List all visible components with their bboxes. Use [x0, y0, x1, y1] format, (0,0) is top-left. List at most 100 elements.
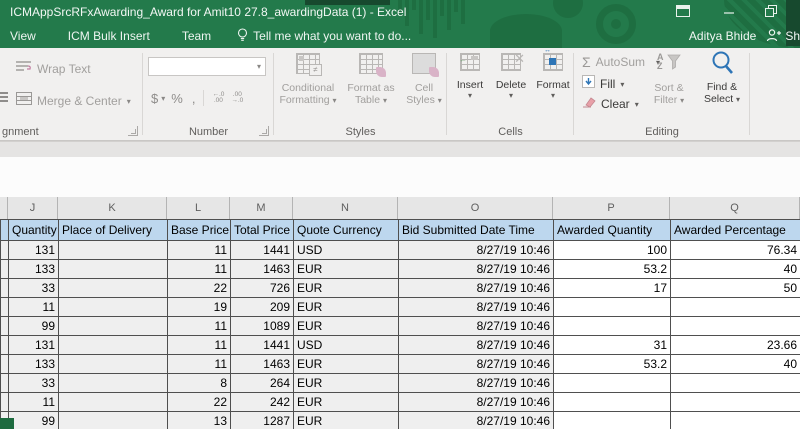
cell[interactable]: 131 — [9, 336, 59, 355]
insert-cells-button[interactable]: ← Insert ▾ — [451, 53, 489, 100]
cell[interactable]: 22 — [168, 279, 231, 298]
column-header-cell[interactable]: Awarded Percentage — [671, 220, 800, 241]
cell[interactable]: 8/27/19 10:46 — [399, 374, 554, 393]
cell[interactable]: 11 — [9, 298, 59, 317]
cell-partial[interactable] — [1, 355, 9, 374]
cell[interactable]: 33 — [9, 279, 59, 298]
cell[interactable]: 242 — [231, 393, 294, 412]
cell[interactable] — [59, 241, 168, 260]
cell[interactable]: 99 — [9, 317, 59, 336]
tab-icm-bulk-insert[interactable]: ICM Bulk Insert — [64, 29, 154, 43]
column-letter-P[interactable]: P — [553, 197, 670, 219]
column-header-cell[interactable]: Total Price — [231, 220, 294, 241]
cell[interactable]: 726 — [231, 279, 294, 298]
column-letter-M[interactable]: M — [230, 197, 293, 219]
column-header-cell[interactable]: Quantity — [9, 220, 59, 241]
cell[interactable]: 131 — [9, 241, 59, 260]
column-letter-partial[interactable] — [0, 197, 8, 219]
cell-partial[interactable] — [1, 298, 9, 317]
cell[interactable]: 53.2 — [554, 355, 671, 374]
accounting-dropdown-arrow-icon[interactable]: ▾ — [161, 94, 165, 103]
align-justify-icon[interactable] — [0, 92, 8, 104]
cell[interactable] — [554, 298, 671, 317]
cell[interactable] — [671, 393, 800, 412]
cell[interactable]: 17 — [554, 279, 671, 298]
cell[interactable] — [59, 336, 168, 355]
cell[interactable] — [59, 298, 168, 317]
cell-partial[interactable] — [1, 336, 9, 355]
cell[interactable] — [59, 279, 168, 298]
cell[interactable]: 1441 — [231, 241, 294, 260]
cell[interactable]: 8 — [168, 374, 231, 393]
cell[interactable]: 13 — [168, 412, 231, 429]
cell[interactable]: EUR — [294, 393, 399, 412]
cell[interactable] — [59, 260, 168, 279]
cell[interactable] — [671, 317, 800, 336]
cell[interactable]: 31 — [554, 336, 671, 355]
decrease-decimal-icon[interactable]: .00→.0 — [231, 92, 243, 104]
cell[interactable]: 22 — [168, 393, 231, 412]
cell[interactable] — [59, 412, 168, 429]
delete-cells-button[interactable]: ✕ Delete ▾ — [491, 53, 531, 100]
cell-partial[interactable] — [1, 260, 9, 279]
ribbon-display-options-button[interactable] — [668, 2, 698, 20]
cell[interactable]: 11 — [9, 393, 59, 412]
column-letter-L[interactable]: L — [167, 197, 230, 219]
cell[interactable]: 1463 — [231, 260, 294, 279]
minimize-button[interactable] — [714, 2, 744, 20]
format-as-table-button[interactable]: Format asTable ▾ — [342, 53, 400, 107]
cell[interactable]: 99 — [9, 412, 59, 429]
cell[interactable]: 8/27/19 10:46 — [399, 393, 554, 412]
cell-styles-button[interactable]: CellStyles ▾ — [402, 53, 446, 107]
cell[interactable]: 19 — [168, 298, 231, 317]
cell-partial[interactable] — [1, 374, 9, 393]
format-cells-button[interactable]: ↔ Format ▾ — [533, 53, 573, 100]
cell[interactable]: 11 — [168, 355, 231, 374]
cell[interactable]: 1089 — [231, 317, 294, 336]
cell[interactable]: EUR — [294, 317, 399, 336]
cell[interactable]: 40 — [671, 355, 800, 374]
cell[interactable] — [671, 374, 800, 393]
column-letter-N[interactable]: N — [293, 197, 398, 219]
cell[interactable] — [59, 355, 168, 374]
column-letter-Q[interactable]: Q — [670, 197, 800, 219]
cell[interactable]: 1287 — [231, 412, 294, 429]
conditional-formatting-button[interactable]: ≠ ConditionalFormatting ▾ — [276, 53, 340, 107]
cell[interactable]: 11 — [168, 260, 231, 279]
cell[interactable]: EUR — [294, 279, 399, 298]
cell[interactable]: 11 — [168, 317, 231, 336]
tab-view[interactable]: View — [6, 29, 40, 43]
share-button[interactable]: Sh — [766, 28, 800, 45]
cell[interactable] — [554, 412, 671, 429]
cell[interactable]: 8/27/19 10:46 — [399, 317, 554, 336]
cell[interactable]: 8/27/19 10:46 — [399, 355, 554, 374]
cell[interactable]: 8/27/19 10:46 — [399, 412, 554, 429]
increase-decimal-icon[interactable]: ←.0.00 — [212, 92, 224, 104]
cell[interactable] — [671, 412, 800, 429]
cell[interactable] — [554, 393, 671, 412]
cell[interactable]: 8/27/19 10:46 — [399, 260, 554, 279]
number-format-combobox[interactable]: ▾ — [148, 57, 266, 76]
comma-style-button[interactable]: , — [192, 91, 196, 106]
cell[interactable]: 53.2 — [554, 260, 671, 279]
cell[interactable]: 1463 — [231, 355, 294, 374]
signed-in-user[interactable]: Aditya Bhide — [689, 29, 756, 43]
sort-filter-button[interactable]: A Z Sort &Filter ▾ — [642, 52, 696, 107]
cell[interactable]: 209 — [231, 298, 294, 317]
cell[interactable] — [671, 298, 800, 317]
column-header-cell[interactable]: Base Price — [168, 220, 231, 241]
cell-partial[interactable] — [1, 317, 9, 336]
clear-button[interactable]: Clear▾ — [582, 95, 639, 113]
restore-button[interactable] — [756, 2, 786, 20]
column-letter-O[interactable]: O — [398, 197, 553, 219]
cell[interactable]: 133 — [9, 260, 59, 279]
column-letter-J[interactable]: J — [8, 197, 58, 219]
tab-team[interactable]: Team — [178, 29, 215, 43]
number-dialog-launcher[interactable] — [259, 126, 269, 136]
cell[interactable]: 8/27/19 10:46 — [399, 279, 554, 298]
cell[interactable]: 11 — [168, 241, 231, 260]
cell[interactable]: 8/27/19 10:46 — [399, 298, 554, 317]
cell[interactable] — [59, 393, 168, 412]
column-header-cell[interactable]: Quote Currency — [294, 220, 399, 241]
find-select-button[interactable]: Find &Select ▾ — [698, 50, 746, 106]
